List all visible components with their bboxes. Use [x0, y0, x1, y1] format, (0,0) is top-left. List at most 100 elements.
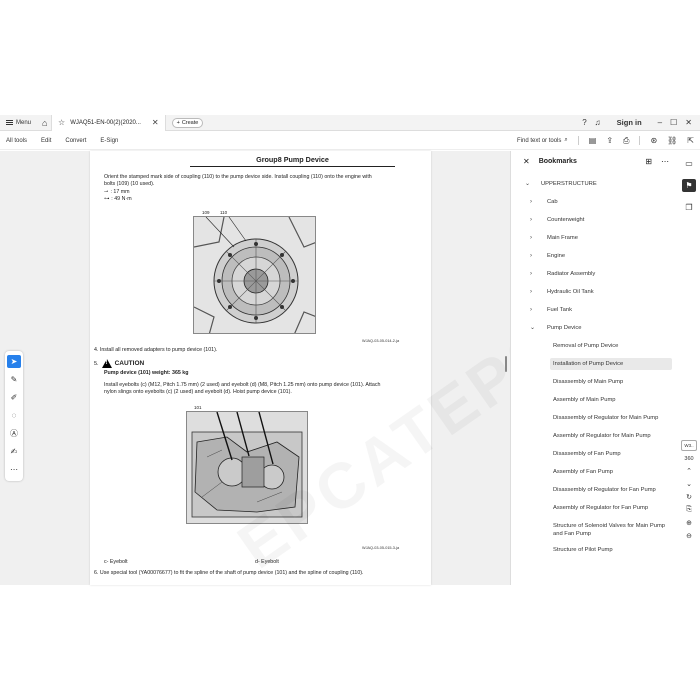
draw-shape-icon[interactable]: ◌: [7, 409, 21, 422]
bookmark-label: Engine: [547, 253, 566, 259]
warning-icon: [101, 359, 112, 368]
chevron-right-icon[interactable]: ›: [530, 270, 538, 278]
bookmark-item[interactable]: Structure of Pilot Pump: [550, 544, 672, 556]
bookmark-item[interactable]: › Cab: [530, 198, 670, 206]
close-window-icon[interactable]: ✕: [685, 118, 692, 127]
wrench-spec: ⊸ : 17 mm: [104, 189, 130, 196]
bookmark-item[interactable]: Assembly of Main Pump: [550, 394, 672, 406]
bookmark-item[interactable]: Assembly of Fan Pump: [550, 466, 672, 478]
bookmark-item[interactable]: Structure of Solenoid Valves for Main Pu…: [550, 520, 672, 540]
bookmark-item[interactable]: › Main Frame: [530, 234, 670, 242]
toolbar: All tools Edit Convert E-Sign Find text …: [0, 132, 700, 150]
print-icon[interactable]: ⎙: [623, 136, 629, 146]
create-button[interactable]: + Create: [171, 117, 204, 128]
bookmark-label: Structure of Pilot Pump: [553, 547, 613, 553]
notification-bell-icon[interactable]: ♫: [595, 118, 601, 127]
stamp-icon[interactable]: ✍: [7, 445, 21, 458]
figure-1-label-110: 110: [220, 210, 228, 215]
bookmark-item[interactable]: ⌄ UPPERSTRUCTURE: [525, 180, 665, 188]
torque-wrench-icon: ⊶: [104, 196, 110, 202]
paragraph-2-line-1: Install eyebolts (c) (M12, Pitch 1.75 mm…: [104, 382, 381, 388]
chevron-down-icon[interactable]: ⌄: [525, 180, 533, 188]
zoom-out-icon[interactable]: ⊖: [686, 532, 692, 540]
sign-in-button[interactable]: Sign in: [617, 118, 642, 127]
bookmarks-icon[interactable]: ⚑: [682, 179, 696, 192]
chevron-right-icon[interactable]: ›: [530, 234, 538, 242]
bookmark-item[interactable]: › Hydraulic Oil Tank: [530, 288, 670, 296]
chevron-right-icon[interactable]: ›: [530, 216, 538, 224]
chevron-right-icon[interactable]: ›: [530, 306, 538, 314]
bookmark-item[interactable]: Removal of Pump Device: [550, 340, 672, 352]
search-icon: ⌕: [564, 137, 568, 143]
more-tools-icon[interactable]: ⋯: [7, 463, 21, 476]
caution-weight-text: Pump device (101) weight: 365 kg: [104, 370, 189, 376]
share-icon[interactable]: ⇱: [687, 136, 694, 145]
pdf-page[interactable]: Group8 Pump Device Orient the stamped ma…: [90, 151, 680, 585]
bookmark-item[interactable]: › Engine: [530, 252, 670, 260]
bookmark-item[interactable]: › Counterweight: [530, 216, 670, 224]
bookmark-label: Disassembly of Main Pump: [553, 379, 624, 385]
paragraph-2-line-2: nylon slings onto eyebolts (c) (2 used) …: [104, 389, 292, 395]
upload-icon[interactable]: ⇪: [606, 136, 613, 145]
bookmark-item[interactable]: › Fuel Tank: [530, 306, 670, 314]
menu-edit[interactable]: Edit: [34, 138, 58, 144]
page-number-input[interactable]: W3..: [681, 440, 697, 451]
close-panel-icon[interactable]: ✕: [523, 157, 530, 166]
highlight-pen-icon[interactable]: ✐: [7, 391, 21, 404]
right-rail-bottom: W3.. 360 ⌃ ⌄ ↻ ⎘ ⊕ ⊖: [678, 440, 700, 540]
bookmark-item[interactable]: Disassembly of Fan Pump: [550, 448, 672, 460]
bookmark-item[interactable]: Installation of Pump Device: [550, 358, 672, 370]
bookmark-item[interactable]: Disassembly of Main Pump: [550, 376, 672, 388]
previous-page-icon[interactable]: ⌃: [686, 467, 692, 475]
document-tab[interactable]: ☆ WJAQ51-EN-00(2)(2020... ✕: [51, 114, 166, 131]
more-options-icon[interactable]: ⋯: [661, 157, 669, 166]
menu-convert[interactable]: Convert: [58, 138, 93, 144]
pages-icon[interactable]: ❐: [682, 201, 696, 214]
ai-assistant-icon[interactable]: ⊛: [650, 136, 657, 145]
bookmark-label: Disassembly of Regulator for Fan Pump: [553, 487, 656, 493]
chevron-right-icon[interactable]: ›: [530, 252, 538, 260]
paragraph-2: Install eyebolts (c) (M12, Pitch 1.75 mm…: [104, 382, 424, 396]
menu-all-tools[interactable]: All tools: [0, 138, 34, 144]
chevron-right-icon[interactable]: ›: [530, 288, 538, 296]
bookmark-item[interactable]: Assembly of Regulator for Main Pump: [550, 430, 672, 442]
add-bookmark-icon[interactable]: ⊞: [645, 157, 652, 166]
plus-icon: +: [176, 119, 180, 126]
figure-1-code: WJAQ-03-05-014-2-ja: [362, 339, 400, 343]
bookmark-item[interactable]: Disassembly of Regulator for Main Pump: [550, 412, 672, 424]
menu-button[interactable]: Menu: [0, 115, 35, 131]
help-icon[interactable]: ?: [582, 118, 586, 127]
minimize-icon[interactable]: –: [658, 118, 662, 127]
zoom-in-icon[interactable]: ⊕: [686, 519, 692, 527]
figure-2-label-101: 101: [194, 405, 202, 410]
save-icon[interactable]: ▤: [589, 136, 597, 145]
star-icon[interactable]: ☆: [58, 118, 65, 127]
scrollbar-thumb[interactable]: [505, 356, 507, 372]
maximize-icon[interactable]: ☐: [670, 118, 677, 127]
close-tab-icon[interactable]: ✕: [152, 118, 159, 127]
bookmark-item[interactable]: Disassembly of Regulator for Fan Pump: [550, 484, 672, 496]
text-box-icon[interactable]: Ⓐ: [7, 427, 21, 440]
link-icon[interactable]: ⛓: [667, 136, 677, 145]
home-icon[interactable]: ⌂: [38, 118, 48, 128]
comments-icon[interactable]: ▭: [682, 157, 696, 170]
menu-esign[interactable]: E-Sign: [93, 138, 125, 144]
bookmark-item[interactable]: › Radiator Assembly: [530, 270, 670, 278]
rotate-icon[interactable]: ↻: [686, 493, 692, 501]
find-text-button[interactable]: Find text or tools ⌕: [517, 137, 568, 144]
caption-eyebolt-d: d- Eyebolt: [255, 559, 279, 565]
bookmark-item[interactable]: Assembly of Regulator for Fan Pump: [550, 502, 672, 514]
extract-page-icon[interactable]: ⎘: [686, 506, 692, 514]
document-area[interactable]: Group8 Pump Device Orient the stamped ma…: [0, 151, 680, 585]
document-scrollbar[interactable]: [503, 151, 509, 585]
chevron-right-icon[interactable]: ›: [530, 198, 538, 206]
find-label: Find text or tools: [517, 137, 562, 144]
next-page-icon[interactable]: ⌄: [686, 480, 692, 488]
add-comment-icon[interactable]: ✎: [7, 373, 21, 386]
tab-bar-right: ? ♫ Sign in – ☐ ✕: [582, 118, 700, 127]
chevron-down-icon[interactable]: ⌄: [530, 324, 538, 332]
coupling-illustration: [194, 217, 315, 333]
select-cursor-icon[interactable]: ➤: [7, 355, 21, 368]
paragraph-1-line-1: Orient the stamped mark side of coupling…: [104, 174, 372, 180]
bookmark-item[interactable]: ⌄ Pump Device: [530, 324, 670, 332]
